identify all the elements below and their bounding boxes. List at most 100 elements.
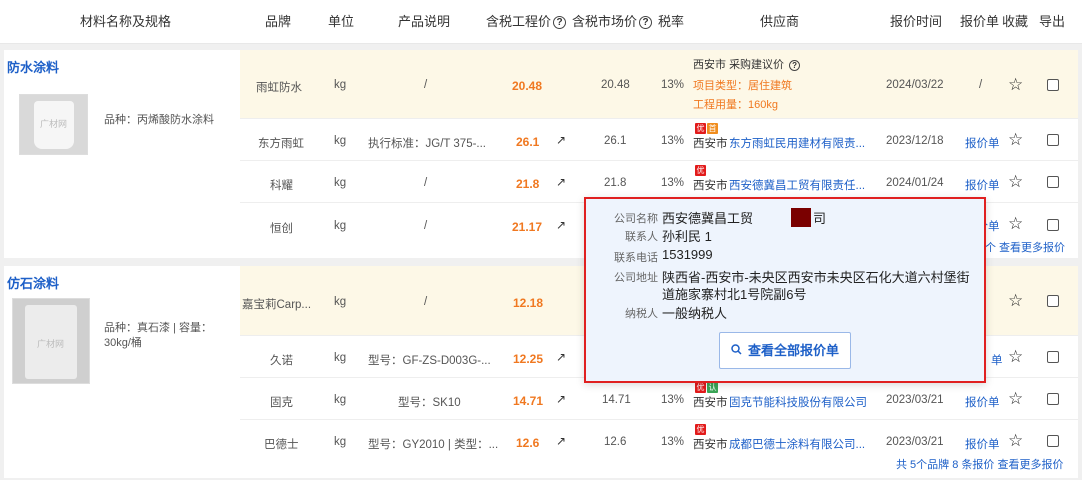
export-checkbox[interactable] bbox=[1047, 295, 1059, 307]
export-checkbox[interactable] bbox=[1047, 219, 1059, 231]
table-row: 固克 kg 型号：SK10 14.71 ↗ 14.71 13% 优 认 西安市 … bbox=[240, 378, 1078, 420]
star-icon[interactable]: ☆ bbox=[1008, 348, 1023, 365]
market-price-cell: 12.6 bbox=[604, 436, 627, 448]
supplier-info-popup: 公司名称 西安德冀昌工贸 司 联系人 孙利民 1 联系电话 1531999 公司… bbox=[584, 197, 986, 383]
preferred-badge: 优 bbox=[695, 123, 706, 134]
trend-icon[interactable]: ↗ bbox=[556, 133, 566, 147]
col-market-price-header[interactable]: 含税市场价? bbox=[572, 0, 653, 44]
unit-cell: kg bbox=[334, 220, 347, 232]
desc-cell: / bbox=[424, 220, 428, 232]
col-brand-header: 品牌 bbox=[265, 14, 292, 29]
quote-cell: / bbox=[979, 79, 983, 91]
star-icon[interactable]: ☆ bbox=[1008, 131, 1023, 148]
col-eng-price-header[interactable]: 含税工程价? bbox=[486, 0, 567, 44]
time-cell: 2024/01/24 bbox=[886, 177, 944, 189]
quote-link[interactable]: 报价单 bbox=[965, 436, 1000, 452]
help-icon[interactable]: ? bbox=[553, 16, 567, 30]
star-icon[interactable]: ☆ bbox=[1008, 173, 1023, 190]
tax-cell: 13% bbox=[661, 135, 685, 147]
table-row: 雨虹防水 kg / 20.48 20.48 13% 西安市 采购建议价 ? 项目… bbox=[240, 50, 1078, 119]
supplier-city: 西安市 bbox=[693, 439, 728, 451]
star-icon[interactable]: ☆ bbox=[1008, 390, 1023, 407]
category-title[interactable]: 仿石涂料 bbox=[7, 273, 59, 292]
time-cell: 2023/03/21 bbox=[886, 436, 944, 448]
trend-icon[interactable]: ↗ bbox=[556, 350, 566, 364]
contact-label: 联系人 bbox=[625, 231, 658, 243]
export-checkbox[interactable] bbox=[1047, 79, 1059, 91]
time-cell: 2024/03/22 bbox=[886, 79, 944, 91]
first-badge: 首 bbox=[707, 123, 718, 134]
export-checkbox[interactable] bbox=[1047, 393, 1059, 405]
unit-cell: kg bbox=[334, 79, 347, 91]
address-label: 公司地址 bbox=[614, 272, 658, 284]
quote-link[interactable]: 报价单 bbox=[965, 177, 1000, 193]
supplier-link[interactable]: 成都巴德士涂料有限公司... bbox=[729, 436, 865, 452]
trend-icon[interactable]: ↗ bbox=[556, 175, 566, 189]
desc-cell: 型号：GY2010 | 类型：... bbox=[368, 439, 499, 451]
unit-cell: kg bbox=[334, 394, 347, 406]
taxpayer-value: 一般纳税人 bbox=[662, 306, 728, 321]
unit-cell: kg bbox=[334, 352, 347, 364]
supplier-city: 西安市 bbox=[693, 138, 728, 150]
tax-cell: 13% bbox=[661, 177, 685, 189]
star-icon[interactable]: ☆ bbox=[1008, 76, 1023, 93]
quote-link[interactable]: 单 bbox=[991, 352, 1003, 368]
table-header: 材料名称及规格 品牌 单位 产品说明 含税工程价? 含税市场价? 税率 供应商 … bbox=[0, 0, 1082, 44]
trend-icon[interactable]: ↗ bbox=[556, 434, 566, 448]
star-icon[interactable]: ☆ bbox=[1008, 292, 1023, 309]
brand-cell: 久诺 bbox=[270, 355, 293, 367]
phone-value: 1531999 bbox=[662, 247, 713, 262]
brand-cell: 嘉宝莉Carp... bbox=[242, 299, 312, 311]
more-quotes-link[interactable]: 个 查看更多报价 bbox=[985, 239, 1065, 255]
eng-price-cell: 26.1 bbox=[516, 135, 540, 149]
supplier-link[interactable]: 东方雨虹民用建材有限责... bbox=[729, 135, 865, 151]
trend-icon[interactable]: ↗ bbox=[556, 218, 566, 232]
col-export-header: 导出 bbox=[1039, 14, 1066, 29]
help-icon[interactable]: ? bbox=[789, 59, 801, 71]
unit-cell: kg bbox=[334, 135, 347, 147]
brand-cell: 雨虹防水 bbox=[256, 82, 302, 94]
watermark-text: 广材网 bbox=[40, 119, 68, 129]
col-time-header: 报价时间 bbox=[890, 14, 943, 29]
eng-price-cell: 12.6 bbox=[516, 436, 540, 450]
project-type: 项目类型：居住建筑 bbox=[693, 80, 792, 92]
certified-badge: 认 bbox=[707, 382, 718, 393]
watermark-text: 广材网 bbox=[37, 339, 65, 349]
trend-icon[interactable]: ↗ bbox=[556, 392, 566, 406]
taxpayer-label: 纳税人 bbox=[625, 308, 658, 320]
star-icon[interactable]: ☆ bbox=[1008, 432, 1023, 449]
product-image[interactable]: 广材网 bbox=[12, 298, 90, 384]
desc-cell: 型号：GF-ZS-D003G-... bbox=[368, 355, 491, 367]
product-image[interactable]: 广材网 bbox=[19, 94, 88, 155]
desc-cell: / bbox=[424, 79, 428, 91]
eng-price-cell: 12.25 bbox=[513, 352, 544, 366]
desc-cell: / bbox=[424, 177, 428, 189]
contact-value: 孙利民 1 bbox=[662, 229, 712, 244]
time-cell: 2023/03/21 bbox=[886, 394, 944, 406]
eng-price-cell: 21.17 bbox=[512, 220, 543, 234]
tax-cell: 13% bbox=[661, 394, 685, 406]
company-name-suffix: 司 bbox=[813, 211, 827, 226]
supplier-link[interactable]: 西安德冀昌工贸有限责任... bbox=[729, 177, 865, 193]
export-checkbox[interactable] bbox=[1047, 134, 1059, 146]
more-quotes-link[interactable]: 共 5个品牌 8 条报价 查看更多报价 bbox=[896, 456, 1063, 472]
export-checkbox[interactable] bbox=[1047, 351, 1059, 363]
col-fav-header: 收藏 bbox=[1002, 14, 1029, 29]
address-line-2: 道施家寨村北1号院副6号 bbox=[662, 287, 807, 302]
view-all-quotes-button[interactable]: 查看全部报价单 bbox=[719, 332, 851, 369]
quote-link[interactable]: 报价单 bbox=[965, 135, 1000, 151]
eng-price-cell: 12.18 bbox=[513, 296, 544, 310]
supplier-link[interactable]: 固克节能科技股份有限公司 bbox=[729, 394, 867, 410]
col-unit-header: 单位 bbox=[328, 14, 355, 29]
desc-cell: 型号：SK10 bbox=[398, 397, 461, 409]
desc-cell: 执行标准：JG/T 375-... bbox=[368, 138, 487, 150]
star-icon[interactable]: ☆ bbox=[1008, 215, 1023, 232]
export-checkbox[interactable] bbox=[1047, 435, 1059, 447]
export-checkbox[interactable] bbox=[1047, 176, 1059, 188]
quote-link[interactable]: 报价单 bbox=[965, 394, 1000, 410]
category-title[interactable]: 防水涂料 bbox=[7, 57, 59, 76]
brand-cell: 东方雨虹 bbox=[258, 138, 304, 150]
company-name-label: 公司名称 bbox=[614, 213, 658, 225]
help-icon[interactable]: ? bbox=[639, 16, 653, 30]
tax-cell: 13% bbox=[661, 436, 685, 448]
